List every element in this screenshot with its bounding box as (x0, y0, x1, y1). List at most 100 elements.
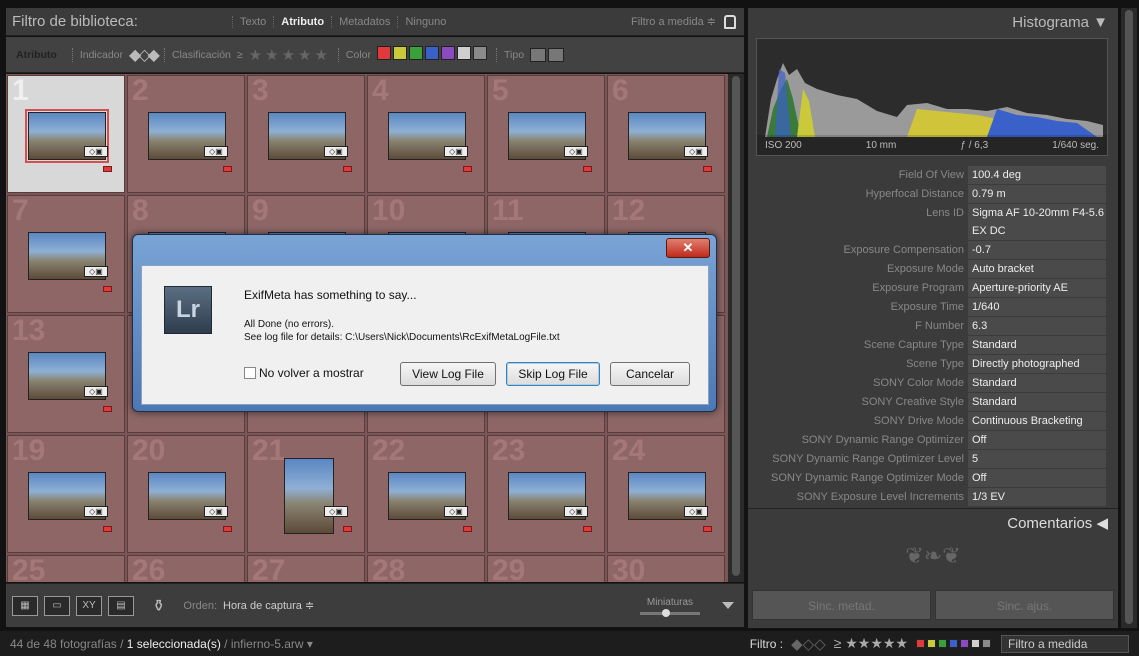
thumbnail-cell[interactable]: 23 ◇▣ (487, 434, 605, 553)
color-swatch-5[interactable] (457, 46, 472, 60)
metadata-value[interactable]: Standard (968, 336, 1106, 355)
rating-stars-icon[interactable]: ★★★★★ (249, 46, 331, 64)
filter-option-metadata[interactable]: Metadatos (331, 15, 397, 28)
color-swatch-4[interactable] (441, 46, 456, 60)
thumbnail-cell[interactable]: 27 (247, 554, 365, 582)
metadata-badge-icon[interactable]: ◇▣ (204, 146, 228, 157)
metadata-value[interactable]: Standard (968, 374, 1106, 393)
slider-knob[interactable] (662, 608, 670, 617)
current-file[interactable]: / infierno-5.arw ▾ (224, 637, 313, 651)
histogram-header[interactable]: Histograma ▼ (748, 8, 1118, 36)
thumbnail-cell[interactable]: 19 ◇▣ (7, 434, 125, 553)
thumbnail-cell[interactable]: 5 ◇▣ (487, 74, 605, 193)
loupe-view-icon[interactable]: ▭ (44, 595, 70, 616)
metadata-value[interactable]: Aperture-priority AE (968, 279, 1106, 298)
metadata-badge-icon[interactable]: ◇▣ (444, 146, 468, 157)
metadata-value[interactable]: 6.3 (968, 317, 1106, 336)
status-color-swatch-4[interactable] (960, 638, 969, 648)
filter-preset-select[interactable]: Filtro a medida ≑ (631, 15, 716, 28)
thumbnail-cell[interactable]: 4 ◇▣ (367, 74, 485, 193)
metadata-badge-icon[interactable]: ◇▣ (84, 146, 108, 157)
metadata-value[interactable]: Auto bracket (968, 260, 1106, 279)
thumbnail-cell[interactable]: 6 ◇▣ (607, 74, 725, 193)
thumbnail-cell[interactable]: 1 ◇▣ (7, 74, 125, 193)
metadata-badge-icon[interactable]: ◇▣ (684, 506, 708, 517)
thumbnail-cell[interactable]: 21 ◇▣ (247, 434, 365, 553)
metadata-badge-icon[interactable]: ◇▣ (684, 146, 708, 157)
metadata-badge-icon[interactable]: ◇▣ (444, 506, 468, 517)
thumbnail-cell[interactable]: 25 (7, 554, 125, 582)
photo-thumbnail[interactable] (284, 458, 334, 534)
thumbnail-cell[interactable]: 7 ◇▣ (7, 194, 125, 313)
sync-metadata-button[interactable]: Sinc. metad. (752, 590, 931, 620)
metadata-badge-icon[interactable]: ◇▣ (324, 506, 348, 517)
metadata-value[interactable]: -0.7 (968, 241, 1106, 260)
checkbox-box[interactable] (244, 367, 256, 379)
metadata-value[interactable]: 1/640 (968, 298, 1106, 317)
toolbar-menu-icon[interactable] (722, 602, 734, 609)
status-color-swatch-1[interactable] (927, 638, 936, 648)
thumbnail-cell[interactable]: 13 ◇▣ (7, 314, 125, 433)
filter-preset-dropdown[interactable]: Filtro a medida (1001, 634, 1129, 653)
sort-select[interactable]: Hora de captura ≑ (223, 599, 314, 612)
metadata-value[interactable]: Directly photographed (968, 355, 1106, 374)
grid-scrollbar[interactable] (728, 74, 744, 582)
metadata-value[interactable]: Continuous Bracketing (968, 412, 1106, 431)
sync-settings-button[interactable]: Sinc. ajus. (935, 590, 1114, 620)
metadata-value[interactable]: 0.79 m (968, 185, 1106, 204)
flag-filter-icons[interactable]: ◆◇◆ (129, 45, 160, 65)
color-swatch-3[interactable] (425, 46, 440, 60)
color-swatch-2[interactable] (409, 46, 424, 60)
thumbnail-cell[interactable]: 24 ◇▣ (607, 434, 725, 553)
color-swatch-6[interactable] (473, 46, 488, 60)
filter-option-none[interactable]: Ninguno (397, 15, 453, 28)
metadata-value[interactable]: Standard (968, 393, 1106, 412)
thumbnail-cell[interactable]: 2 ◇▣ (127, 74, 245, 193)
star-filter-icon[interactable]: ≥ ★★★★★ (834, 635, 908, 652)
thumbnail-size-slider[interactable] (640, 608, 700, 617)
metadata-value[interactable]: Off (968, 469, 1106, 488)
spray-can-icon[interactable]: ⚱ (152, 596, 165, 616)
scrollbar-thumb[interactable] (1125, 10, 1133, 624)
metadata-badge-icon[interactable]: ◇▣ (84, 506, 108, 517)
view-log-button[interactable]: View Log File (400, 362, 496, 386)
cancel-button[interactable]: Cancelar (610, 362, 690, 386)
close-button[interactable]: ✕ (666, 238, 710, 258)
thumbnail-cell[interactable]: 26 (127, 554, 245, 582)
metadata-badge-icon[interactable]: ◇▣ (84, 386, 108, 397)
filter-option-text[interactable]: Texto (232, 15, 273, 28)
lock-icon[interactable] (724, 14, 736, 29)
compare-view-icon[interactable]: XY (76, 595, 102, 616)
skip-log-button[interactable]: Skip Log File (506, 362, 600, 386)
rating-operator[interactable]: ≥ (237, 49, 243, 61)
thumbnail-cell[interactable]: 28 (367, 554, 485, 582)
thumbnail-cell[interactable]: 30 (607, 554, 725, 582)
metadata-value[interactable]: Sigma AF 10-20mm F4-5.6 EX DC (968, 204, 1106, 241)
metadata-badge-icon[interactable]: ◇▣ (324, 146, 348, 157)
status-color-swatch-6[interactable] (982, 638, 991, 648)
thumbnail-cell[interactable]: 3 ◇▣ (247, 74, 365, 193)
metadata-value[interactable]: 100.4 deg (968, 166, 1106, 185)
metadata-value[interactable]: Off (968, 431, 1106, 450)
filter-option-attribute[interactable]: Atributo (273, 15, 331, 28)
color-swatch-1[interactable] (393, 46, 408, 60)
thumbnail-cell[interactable]: 22 ◇▣ (367, 434, 485, 553)
status-color-swatch-2[interactable] (938, 638, 947, 648)
metadata-value[interactable]: 1/3 EV (968, 488, 1106, 506)
flag-filter-icon[interactable]: ◆◇◇ (791, 635, 826, 653)
comments-header[interactable]: Comentarios ◀ (748, 508, 1118, 536)
metadata-badge-icon[interactable]: ◇▣ (564, 506, 588, 517)
grid-view-icon[interactable]: ▦ (12, 595, 38, 616)
metadata-badge-icon[interactable]: ◇▣ (204, 506, 228, 517)
type-master-icon[interactable] (530, 47, 547, 62)
scrollbar-thumb[interactable] (732, 76, 740, 576)
metadata-badge-icon[interactable]: ◇▣ (564, 146, 588, 157)
dont-show-checkbox[interactable]: No volver a mostrar (244, 366, 364, 380)
thumbnail-cell[interactable]: 20 ◇▣ (127, 434, 245, 553)
status-color-swatch-0[interactable] (916, 638, 925, 648)
metadata-badge-icon[interactable]: ◇▣ (84, 266, 108, 277)
right-panel-scrollbar[interactable] (1121, 8, 1137, 628)
thumbnail-size-control[interactable]: Miniaturas (630, 597, 710, 617)
status-color-swatch-3[interactable] (949, 638, 958, 648)
metadata-value[interactable]: 5 (968, 450, 1106, 469)
